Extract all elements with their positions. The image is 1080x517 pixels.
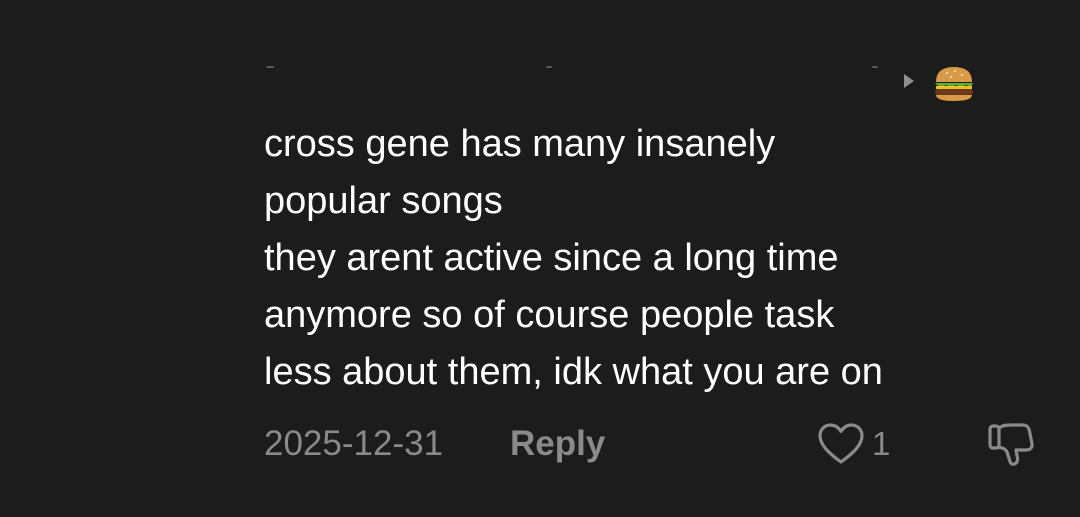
username-remnant: [872, 66, 878, 68]
comment-header: [264, 62, 984, 102]
play-arrow-icon: [904, 74, 914, 88]
username-remnant: [546, 66, 552, 68]
hamburger-emoji-icon: [935, 67, 973, 101]
username-remnant: [266, 66, 274, 68]
comment-date: 2025-12-31: [264, 424, 444, 463]
comment-text: cross gene has many insanely popular son…: [264, 116, 1054, 401]
comment-text-line: less about them, idk what you are on: [264, 351, 883, 393]
comment-text-line: they arent active since a long time: [264, 237, 839, 279]
heart-outline-icon: [818, 423, 864, 464]
comment-text-line: popular songs: [264, 180, 503, 222]
like-count: 1: [872, 425, 891, 462]
comment-text-line: cross gene has many insanely: [264, 123, 776, 165]
comment-footer: 2025-12-31 Reply 1: [264, 418, 1054, 470]
comment-item: cross gene has many insanely popular son…: [0, 0, 1080, 517]
comment-text-line: anymore so of course people task: [264, 294, 835, 336]
thumbs-down-icon[interactable]: [986, 420, 1036, 468]
like-button[interactable]: 1: [816, 418, 890, 470]
reply-button[interactable]: Reply: [510, 424, 605, 464]
